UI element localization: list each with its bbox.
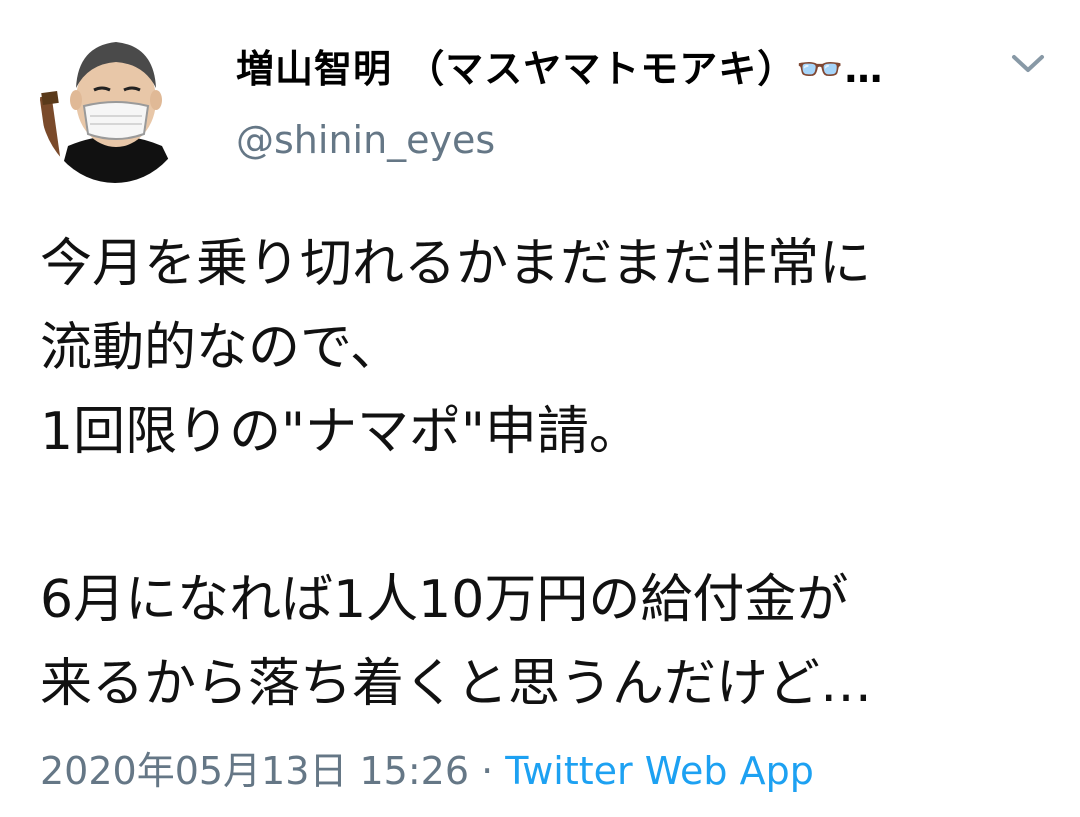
tweet-meta: 2020年05月13日 15:26 · Twitter Web App [40, 740, 814, 795]
meta-separator: · [469, 749, 506, 793]
tweet-text: 今月を乗り切れるかまだまだ非常に 流動的なので、 1回限りの"ナマポ"申請。 6… [40, 222, 1060, 726]
tweet-timestamp[interactable]: 2020年05月13日 15:26 [40, 749, 469, 793]
tweet-text-line: 来るから落ち着くと思うんだけど… [40, 654, 873, 714]
tweet-text-line: 今月を乗り切れるかまだまだ非常に [40, 234, 871, 294]
tweet-text-line: 6月になれば1人10万円の給付金が [40, 570, 849, 630]
tweet-text-line: 1回限りの"ナマポ"申請。 [40, 402, 641, 462]
user-avatar[interactable] [40, 18, 190, 183]
tweet-text-line: 流動的なので、 [40, 318, 402, 378]
user-handle[interactable]: @shinin_eyes [236, 118, 495, 162]
tweet-card: 増山智明 （マスヤマトモアキ）👓… @shinin_eyes 今月を乗り切れるか… [0, 0, 1080, 817]
tweet-source-link[interactable]: Twitter Web App [505, 749, 814, 793]
user-display-name[interactable]: 増山智明 （マスヤマトモアキ）👓… [236, 38, 884, 93]
chevron-down-icon[interactable] [1006, 48, 1050, 78]
